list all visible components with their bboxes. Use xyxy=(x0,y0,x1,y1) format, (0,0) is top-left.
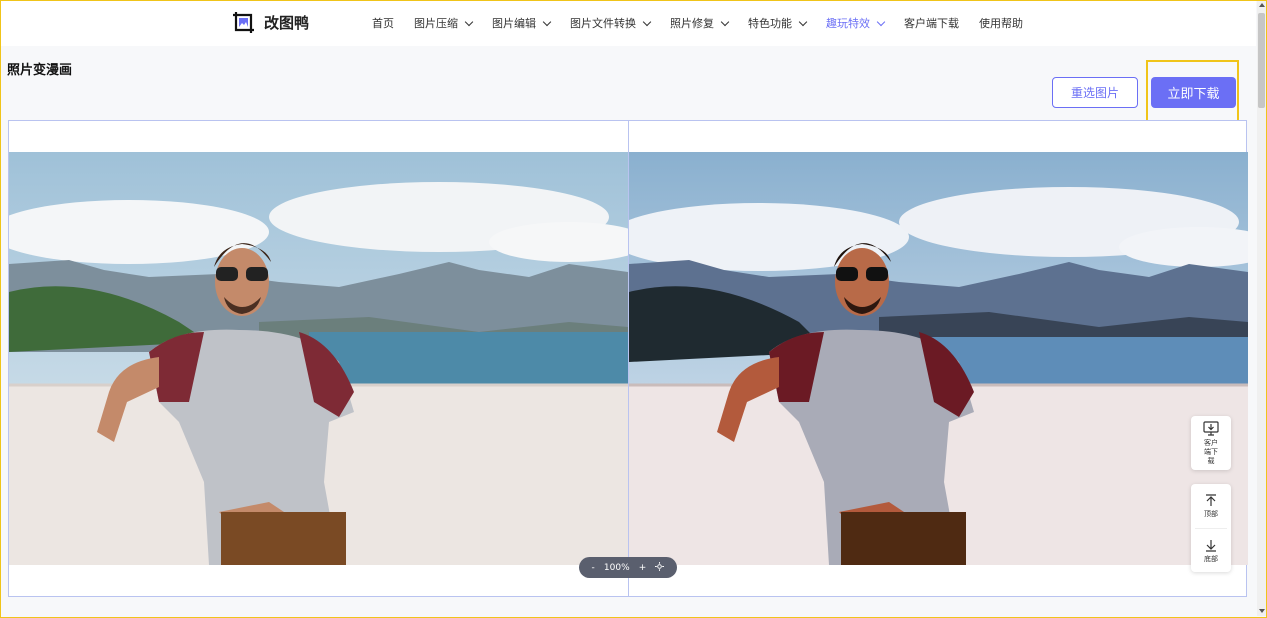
chevron-down-icon xyxy=(642,17,652,26)
download-now-button[interactable]: 立即下载 xyxy=(1151,77,1236,108)
chevron-down-icon xyxy=(720,17,730,26)
nav-item-label: 使用帮助 xyxy=(979,17,1023,30)
monitor-download-icon xyxy=(1203,420,1219,439)
comparison-panel xyxy=(8,120,1248,597)
nav-item-8[interactable]: 使用帮助 xyxy=(979,15,1023,31)
back-to-top-label: 顶部 xyxy=(1204,509,1218,518)
nav-item-label: 特色功能 xyxy=(748,17,792,30)
nav-item-label: 图片压缩 xyxy=(414,17,458,30)
nav-item-label: 客户端下载 xyxy=(904,17,959,30)
back-to-top-button[interactable]: 顶部 xyxy=(1191,484,1231,528)
nav-item-3[interactable]: 图片文件转换 xyxy=(570,15,652,31)
zoom-value: 100% xyxy=(603,562,630,573)
nav-item-4[interactable]: 照片修复 xyxy=(670,15,730,31)
nav-item-label: 首页 xyxy=(372,17,394,30)
nav-item-0[interactable]: 首页 xyxy=(372,15,394,31)
zoom-control: - 100% + xyxy=(579,557,677,578)
arrow-up-icon xyxy=(1205,493,1217,510)
chevron-down-icon xyxy=(798,17,808,26)
nav-item-label: 图片文件转换 xyxy=(570,17,636,30)
go-to-bottom-button[interactable]: 底部 xyxy=(1191,529,1231,573)
chevron-down-icon xyxy=(464,17,474,26)
nav-item-1[interactable]: 图片压缩 xyxy=(414,15,474,31)
scroll-tools-card: 顶部 底部 xyxy=(1191,484,1231,572)
cartoon-result xyxy=(629,152,1248,565)
client-download-label: 客户端下载 xyxy=(1204,438,1218,465)
scroll-thumb[interactable] xyxy=(1258,13,1265,108)
scroll-down-icon[interactable] xyxy=(1259,609,1265,613)
brand-logo[interactable]: 改图鸭 xyxy=(232,10,309,34)
reset-icon[interactable] xyxy=(655,561,665,574)
page-title: 照片变漫画 xyxy=(7,63,73,78)
go-to-bottom-label: 底部 xyxy=(1204,554,1218,563)
logo-icon xyxy=(232,10,256,34)
top-navigation: 改图鸭 首页 图片压缩 图片编辑 图片文件转换 照片修复 特色功能 趣玩特效 客户端下载 使用帮… xyxy=(0,0,1256,46)
page-scrollbar[interactable] xyxy=(1257,1,1266,616)
nav-item-label: 照片修复 xyxy=(670,17,714,30)
scroll-up-icon[interactable] xyxy=(1259,3,1265,7)
nav-item-label: 图片编辑 xyxy=(492,17,536,30)
chevron-down-icon xyxy=(542,17,552,26)
chevron-down-icon xyxy=(876,17,886,26)
nav-item-label: 趣玩特效 xyxy=(826,17,870,30)
brand-name: 改图鸭 xyxy=(264,13,310,32)
nav-item-2[interactable]: 图片编辑 xyxy=(492,15,552,31)
zoom-out-button[interactable]: - xyxy=(592,563,595,573)
arrow-down-icon xyxy=(1205,539,1217,555)
client-download-button[interactable]: 客户端下载 xyxy=(1191,416,1231,470)
nav-item-6[interactable]: 趣玩特效 xyxy=(826,15,886,31)
nav-item-7[interactable]: 客户端下载 xyxy=(904,15,959,31)
zoom-in-button[interactable]: + xyxy=(639,563,647,573)
reselect-image-button[interactable]: 重选图片 xyxy=(1052,77,1138,108)
main-nav: 首页 图片压缩 图片编辑 图片文件转换 照片修复 特色功能 趣玩特效 客户端下载 使用帮助 xyxy=(372,15,1043,31)
nav-item-5[interactable]: 特色功能 xyxy=(748,15,808,31)
client-download-card[interactable]: 客户端下载 xyxy=(1191,416,1231,470)
original-photo xyxy=(9,152,628,565)
